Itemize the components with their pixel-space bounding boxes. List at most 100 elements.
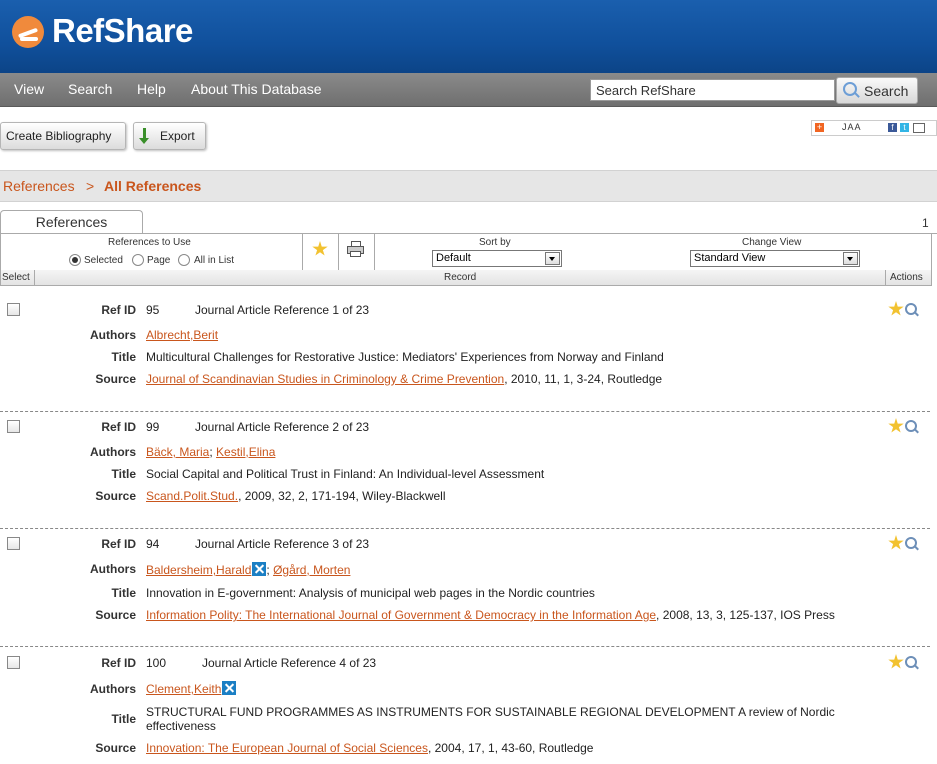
twitter-icon[interactable]: t	[900, 123, 909, 132]
source-value: Information Polity: The International Jo…	[146, 608, 835, 622]
nav-about-database[interactable]: About This Database	[191, 81, 322, 97]
reference-type: Journal Article Reference 1 of 23	[195, 303, 370, 317]
nav-help[interactable]: Help	[137, 81, 166, 97]
source-details: , 2009, 32, 2, 171-194, Wiley-Blackwell	[238, 489, 446, 503]
breadcrumb-separator: >	[86, 178, 95, 194]
source-value: Innovation: The European Journal of Soci…	[146, 741, 593, 755]
refid-label: Ref ID	[101, 303, 136, 317]
researcher-pick-icon[interactable]	[252, 562, 267, 576]
authors-label: Authors	[90, 445, 136, 459]
author-link[interactable]: Clement,Keith	[146, 682, 221, 696]
export-arrow-icon	[139, 128, 149, 144]
sort-by-value: Default	[436, 252, 471, 264]
source-link[interactable]: Information Polity: The International Jo…	[146, 608, 656, 622]
source-link[interactable]: Innovation: The European Journal of Soci…	[146, 741, 428, 755]
title-label: Title	[111, 586, 136, 600]
title-value: Multicultural Challenges for Restorative…	[146, 350, 664, 364]
favorite-star-icon[interactable]	[888, 301, 904, 316]
export-label: Export	[160, 129, 195, 143]
create-bibliography-label: Create Bibliography	[6, 129, 112, 143]
divider	[885, 270, 886, 285]
title-value: Innovation in E-government: Analysis of …	[146, 586, 595, 600]
favorite-star-icon[interactable]	[888, 654, 904, 669]
radio-selected[interactable]	[69, 254, 81, 266]
record-divider	[0, 528, 930, 529]
refid-label: Ref ID	[101, 537, 136, 551]
nav-search[interactable]: Search	[68, 81, 112, 97]
authors-label: Authors	[90, 328, 136, 342]
title-value: Social Capital and Political Trust in Fi…	[146, 467, 545, 481]
record-divider	[0, 646, 930, 647]
refid-label: Ref ID	[101, 420, 136, 434]
header-record: Record	[444, 272, 477, 283]
nav-bar: View Search Help About This Database Sea…	[0, 73, 937, 107]
list-controls: References to Use Selected Page All in L…	[0, 233, 932, 271]
radio-page[interactable]	[132, 254, 144, 266]
addthis-plus-icon[interactable]: +	[815, 123, 824, 132]
refshare-logo-icon	[12, 16, 44, 48]
email-icon[interactable]	[913, 123, 925, 133]
author-link[interactable]: Kestil,Elina	[216, 445, 275, 459]
change-view-label: Change View	[742, 237, 802, 248]
tab-references[interactable]: References	[0, 210, 143, 234]
nav-view[interactable]: View	[14, 81, 44, 97]
change-view-select[interactable]: Standard View	[690, 250, 860, 267]
header-select: Select	[2, 272, 30, 283]
radio-page-label: Page	[147, 255, 171, 266]
authors-value: Albrecht,Berit	[146, 328, 218, 342]
author-link[interactable]: Øgård, Morten	[273, 563, 350, 577]
sort-by-label: Sort by	[479, 237, 511, 248]
chevron-down-icon[interactable]	[843, 252, 858, 265]
author-link[interactable]: Bäck, Maria	[146, 445, 209, 459]
title-value: STRUCTURAL FUND PROGRAMMES AS INSTRUMENT…	[146, 705, 835, 733]
radio-all-in-list-label: All in List	[194, 255, 235, 266]
divider	[34, 270, 35, 285]
magnifier-icon[interactable]	[905, 656, 917, 668]
divider	[302, 234, 303, 270]
page-number[interactable]: 1	[922, 216, 929, 230]
sort-by-select[interactable]: Default	[432, 250, 562, 267]
refid-label: Ref ID	[101, 656, 136, 670]
refid-value: 94	[146, 537, 160, 551]
author-link[interactable]: Albrecht,Berit	[146, 328, 218, 342]
title-label: Title	[111, 350, 136, 364]
authors-value: Baldersheim,Harald; Øgård, Morten	[146, 562, 350, 577]
refid-value: 95	[146, 303, 160, 317]
breadcrumb-references[interactable]: References	[3, 178, 75, 194]
record-divider	[0, 411, 930, 412]
source-details: , 2010, 11, 1, 3-24, Routledge	[504, 372, 663, 386]
source-value: Journal of Scandinavian Studies in Crimi…	[146, 372, 662, 386]
authors-label: Authors	[90, 562, 136, 576]
researcher-pick-icon[interactable]	[222, 681, 237, 695]
favorite-star-icon[interactable]	[888, 418, 904, 433]
magnifier-icon	[843, 82, 857, 96]
search-button-label: Search	[864, 83, 909, 99]
magnifier-icon[interactable]	[905, 420, 917, 432]
facebook-icon[interactable]: f	[888, 123, 897, 132]
magnifier-icon[interactable]	[905, 303, 917, 315]
title-label: Title	[111, 712, 136, 726]
table-header: Select Record Actions	[0, 270, 932, 286]
search-input[interactable]	[590, 79, 835, 101]
source-details: , 2004, 17, 1, 43-60, Routledge	[427, 741, 594, 755]
magnifier-icon[interactable]	[905, 537, 917, 549]
favorite-star-icon[interactable]	[888, 535, 904, 550]
search-button[interactable]: Search	[836, 77, 918, 104]
chevron-down-icon[interactable]	[545, 252, 560, 265]
favorites-star-icon[interactable]	[312, 241, 328, 256]
author-link[interactable]: Baldersheim,Harald	[146, 563, 251, 577]
reference-type: Journal Article Reference 2 of 23	[195, 420, 370, 434]
source-value: Scand.Polit.Stud., 2009, 32, 2, 171-194,…	[146, 489, 446, 503]
create-bibliography-button[interactable]: Create Bibliography	[0, 122, 126, 150]
radio-all-in-list[interactable]	[178, 254, 190, 266]
breadcrumb: References > All References	[0, 170, 937, 202]
refid-value: 99	[146, 420, 160, 434]
source-link[interactable]: Journal of Scandinavian Studies in Crimi…	[146, 372, 504, 386]
share-widget[interactable]: + JAA f t	[811, 120, 937, 136]
source-link[interactable]: Scand.Polit.Stud.	[146, 489, 238, 503]
print-icon[interactable]	[347, 241, 364, 257]
authors-label: Authors	[90, 682, 136, 696]
refid-value: 100	[146, 656, 167, 670]
export-button[interactable]: Export	[133, 122, 206, 150]
divider	[338, 234, 339, 270]
